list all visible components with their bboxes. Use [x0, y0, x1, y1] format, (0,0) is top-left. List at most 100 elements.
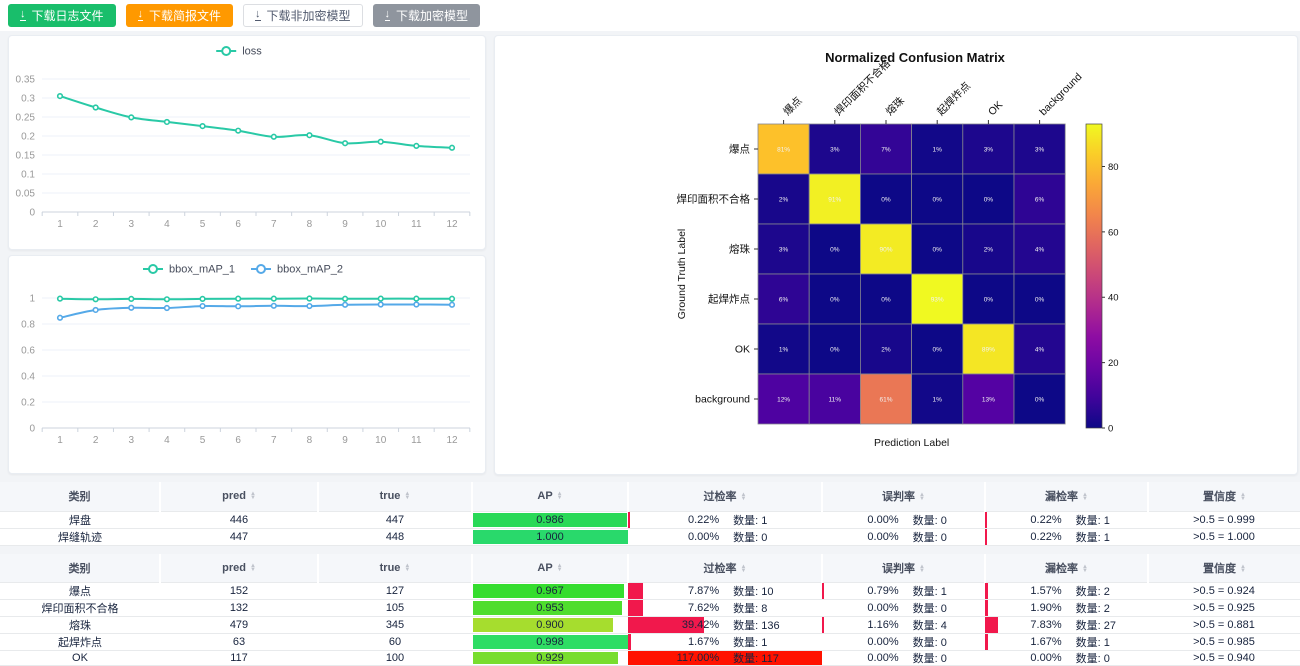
- svg-text:1%: 1%: [779, 347, 789, 354]
- svg-text:OK: OK: [735, 344, 750, 356]
- column-header-label: 误判率: [882, 491, 915, 503]
- overdetect-rate-cell: 7.87%数量: 10: [628, 583, 822, 600]
- sort-caret-icon[interactable]: ▲▼: [741, 565, 747, 573]
- misjudge-rate-cell: 0.00%数量: 0: [822, 651, 985, 666]
- true-cell: 105: [318, 600, 472, 617]
- miss-rate-count: 数量: 1: [1062, 634, 1148, 650]
- legend-item-bbox_mAP_2[interactable]: bbox_mAP_2: [251, 264, 343, 276]
- svg-text:0.6: 0.6: [21, 346, 35, 357]
- sort-caret-icon[interactable]: ▲▼: [557, 564, 563, 572]
- column-header-true[interactable]: true▲▼: [318, 482, 472, 511]
- sort-caret-icon[interactable]: ▲▼: [404, 564, 410, 572]
- misjudge-rate-cell: 0.00%数量: 0: [822, 600, 985, 617]
- category-cell: 焊印面积不合格: [0, 600, 160, 617]
- download-encrypted-model-button[interactable]: ↓ 下载加密模型: [373, 4, 481, 27]
- download-plain-model-button[interactable]: ↓ 下载非加密模型: [243, 4, 363, 27]
- overdetect-rate-percent: 0.22%: [628, 514, 719, 526]
- download-log-button[interactable]: ↓ 下载日志文件: [8, 4, 116, 27]
- sort-caret-icon[interactable]: ▲▼: [919, 493, 925, 501]
- overdetect-rate-percent: 7.62%: [628, 602, 719, 614]
- column-header-过检率[interactable]: 过检率 ▲▼: [628, 554, 822, 583]
- column-header-pred[interactable]: pred▲▼: [160, 554, 318, 583]
- metrics-table-2: 类别pred▲▼true▲▼AP▲▼过检率▲▼误判率▲▼漏检率▲▼置信度▲▼爆点…: [0, 554, 1300, 666]
- category-cell: OK: [0, 651, 160, 666]
- legend-item-bbox_mAP_1[interactable]: bbox_mAP_1: [143, 264, 235, 276]
- column-header-漏检率[interactable]: 漏检率▲▼: [985, 554, 1148, 583]
- download-icon: ↓: [255, 10, 261, 21]
- table-row: 焊盘4464470.9860.22%数量: 10.00%数量: 00.22%数量…: [0, 511, 1300, 528]
- svg-text:爆点: 爆点: [781, 94, 805, 118]
- ap-cell: 0.967: [472, 583, 628, 600]
- column-header-label: pred: [222, 490, 246, 502]
- column-header-AP[interactable]: AP▲▼: [472, 482, 628, 511]
- misjudge-rate-cell: 0.00%数量: 0: [822, 634, 985, 651]
- download-plain-model-label: 下载非加密模型: [267, 10, 351, 22]
- misjudge-rate-percent: 0.00%: [822, 636, 899, 648]
- svg-text:89%: 89%: [982, 347, 995, 354]
- true-cell: 60: [318, 634, 472, 651]
- svg-text:40: 40: [1108, 293, 1119, 304]
- misjudge-rate-cell: 0.00%数量: 0: [822, 511, 985, 528]
- ap-value: 0.900: [536, 619, 564, 631]
- misjudge-rate-count: 数量: 0: [899, 634, 985, 650]
- svg-text:bbox_mAP_1: bbox_mAP_1: [169, 264, 235, 276]
- column-header-误判率[interactable]: 误判率 ▲▼: [822, 482, 985, 511]
- svg-text:1: 1: [57, 219, 63, 230]
- svg-text:3: 3: [128, 435, 134, 446]
- svg-text:0: 0: [1108, 424, 1113, 435]
- svg-text:background: background: [1037, 71, 1084, 118]
- column-header-过检率[interactable]: 过检率▲▼: [628, 482, 822, 511]
- column-header-AP[interactable]: AP▲▼: [472, 554, 628, 583]
- column-header-漏检率[interactable]: 漏检率▲▼: [985, 482, 1148, 511]
- column-header-label: 置信度: [1203, 491, 1236, 503]
- column-header-置信度[interactable]: 置信度 ▲▼: [1148, 482, 1300, 511]
- svg-text:4%: 4%: [1035, 347, 1045, 354]
- sort-caret-icon[interactable]: ▲▼: [1082, 493, 1088, 501]
- svg-text:Normalized Confusion Matrix: Normalized Confusion Matrix: [825, 50, 1006, 65]
- sort-caret-icon[interactable]: ▲▼: [1240, 565, 1246, 573]
- sort-caret-icon[interactable]: ▲▼: [1240, 493, 1246, 501]
- sort-caret-icon[interactable]: ▲▼: [557, 492, 563, 500]
- svg-text:1: 1: [29, 294, 35, 305]
- sort-caret-icon[interactable]: ▲▼: [741, 493, 747, 501]
- miss-rate-count: 数量: 1: [1062, 529, 1148, 545]
- sort-caret-icon[interactable]: ▲▼: [404, 492, 410, 500]
- sort-caret-icon[interactable]: ▲▼: [1082, 565, 1088, 573]
- column-header-label: 过检率: [704, 563, 737, 575]
- column-header-置信度[interactable]: 置信度▲▼: [1148, 554, 1300, 583]
- svg-text:6%: 6%: [779, 297, 789, 304]
- column-header-pred[interactable]: pred ▲▼: [160, 482, 318, 511]
- column-header-label: true: [380, 490, 401, 502]
- miss-rate-percent: 0.22%: [985, 531, 1062, 543]
- miss-rate-cell: 1.90%数量: 2: [985, 600, 1148, 617]
- svg-text:0.3: 0.3: [21, 94, 35, 105]
- pred-cell: 63: [160, 634, 318, 651]
- overdetect-rate-percent: 117.00%: [628, 652, 719, 664]
- column-header-true[interactable]: true▲▼: [318, 554, 472, 583]
- confidence-cell: >0.5 = 1.000: [1148, 528, 1300, 545]
- confidence-cell: >0.5 = 0.940: [1148, 651, 1300, 666]
- legend-item-loss[interactable]: loss: [216, 46, 262, 58]
- svg-text:0.2: 0.2: [21, 398, 35, 409]
- download-report-button[interactable]: ↓ 下载简报文件: [126, 4, 234, 27]
- miss-rate-percent: 1.67%: [985, 636, 1062, 648]
- overdetect-rate-count: 数量: 117: [719, 651, 822, 666]
- miss-rate-count: 数量: 27: [1062, 617, 1148, 633]
- svg-text:9: 9: [342, 219, 348, 230]
- ap-value: 0.967: [536, 585, 564, 597]
- sort-caret-icon[interactable]: ▲▼: [250, 492, 256, 500]
- misjudge-rate-count: 数量: 4: [899, 617, 985, 633]
- sort-caret-icon[interactable]: ▲▼: [919, 565, 925, 573]
- misjudge-rate-cell: 1.16%数量: 4: [822, 617, 985, 634]
- svg-text:8: 8: [307, 435, 313, 446]
- ap-cell: 1.000: [472, 528, 628, 545]
- svg-text:7: 7: [271, 435, 277, 446]
- miss-rate-cell: 0.22%数量: 1: [985, 511, 1148, 528]
- column-header-误判率[interactable]: 误判率▲▼: [822, 554, 985, 583]
- misjudge-rate-cell: 0.00%数量: 0: [822, 528, 985, 545]
- svg-text:0.35: 0.35: [16, 75, 36, 86]
- confidence-cell: >0.5 = 0.924: [1148, 583, 1300, 600]
- svg-text:61%: 61%: [879, 397, 892, 404]
- svg-text:焊印面积不合格: 焊印面积不合格: [677, 193, 751, 206]
- sort-caret-icon[interactable]: ▲▼: [250, 564, 256, 572]
